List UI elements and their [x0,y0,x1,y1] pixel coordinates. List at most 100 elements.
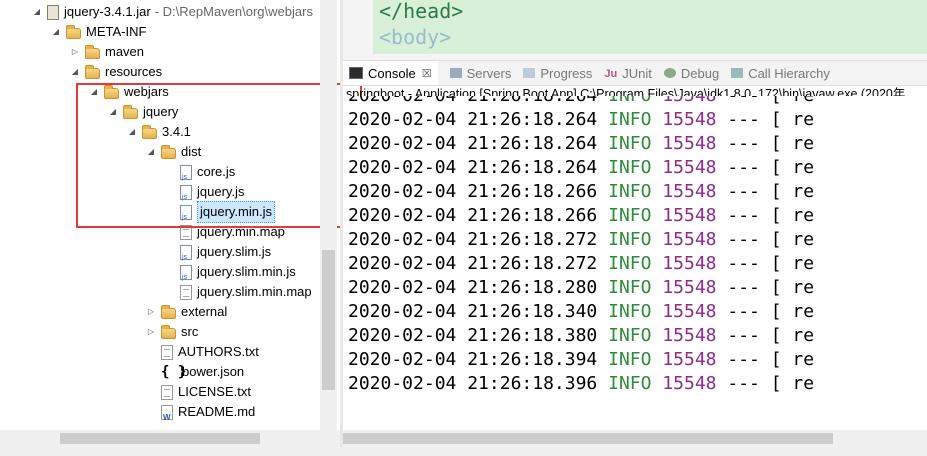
log-line: 2020-02-04 21:26:18.380 INFO 15548 --- [… [348,324,814,348]
log-date: 2020-02-04 [348,373,457,394]
log-pid: 15548 [662,349,717,370]
tree-item-path: - D:\RepMaven\org\webjars [154,4,313,19]
log-date: 2020-02-04 [348,253,457,274]
tree-item-label: jquery.slim.min.js [197,264,296,279]
log-level: INFO [608,181,652,202]
log-date: 2020-02-04 [348,325,457,346]
log-date: 2020-02-04 [348,157,457,178]
tab-progress[interactable]: Progress [523,66,592,81]
log-level: INFO [608,253,652,274]
log-thread: [ re [770,205,815,226]
log-separator: --- [727,157,760,178]
tab-call-hierarchy[interactable]: Call Hierarchy [731,66,830,81]
markdown-file-icon [161,404,173,428]
editor-area: </head> <body> [343,0,927,60]
tab-label: JUnit [622,65,652,81]
tab-console[interactable]: Console ☒ [343,61,438,85]
tab-junit[interactable]: Ju JUnit [604,66,651,81]
log-separator: --- [727,253,760,274]
bottom-strip [0,447,927,456]
log-pid: 15548 [662,301,717,322]
view-tabs: Console ☒ Servers Progress Ju JUnit Debug Call … [343,60,927,86]
tree-item-label: README.md [178,404,256,419]
log-level: INFO [608,373,652,394]
log-separator: --- [727,109,760,130]
log-line: 2020-02-04 21:26:18.272 INFO 15548 --- [… [348,252,814,276]
log-date: 2020-02-04 [348,181,457,202]
folder-icon [85,65,100,79]
log-line: 2020-02-04 21:26:18.264 INFO 15548 --- [… [348,156,814,180]
tree-item[interactable]: jquery.slim.min.map [163,282,312,302]
log-thread: [ re [770,157,815,178]
tree-item[interactable]: jquery.slim.min.js [163,262,296,288]
tree-hscrollbar-thumb[interactable] [60,433,260,444]
log-line: 2020-02-04 21:26:18.266 INFO 15548 --- [… [348,204,814,228]
tab-label: Console [368,65,416,81]
tree-item[interactable]: { } bower.json [144,362,244,382]
log-time: 21:26:18.380 [467,325,598,346]
json-file-icon: { } [161,364,187,380]
progress-icon [523,68,536,78]
tree-item[interactable]: ▷ src [144,322,198,342]
log-date: 2020-02-04 [348,96,456,106]
log-level: INFO [608,133,652,154]
log-line: 2020-02-04 21:26:18.280 INFO 15548 --- [… [348,276,814,300]
tree-item-label: LICENSE.txt [178,384,251,399]
expanded-arrow-icon[interactable]: ◢ [30,2,44,22]
servers-icon [449,68,462,78]
tab-servers[interactable]: Servers [449,65,512,81]
tab-label: Progress [540,65,593,81]
log-time: 21:26:18.396 [467,373,598,394]
collapsed-arrow-icon[interactable]: ▷ [144,322,158,342]
tree-item[interactable]: ▷ maven [68,42,144,62]
tree-item[interactable]: AUTHORS.txt [144,342,259,362]
log-level: INFO [608,349,652,370]
tab-debug[interactable]: Debug [663,66,719,81]
tree-item-label: META-INF [86,24,147,39]
console-scrollbar-thumb[interactable] [343,433,833,444]
text-file-icon [161,344,173,360]
tree-item[interactable]: ◢ META-INF [49,22,146,42]
tree-item[interactable]: ◢ jquery-3.4.1.jar - D:\RepMaven\org\webja… [30,2,313,22]
tab-label: Servers [466,65,512,81]
package-explorer: ◢ jquery-3.4.1.jar - D:\RepMaven\org\webja… [0,0,340,456]
tree-item-label: resources [105,64,163,79]
editor-text[interactable]: </head> <body> [373,0,927,54]
collapsed-arrow-icon[interactable]: ▷ [144,302,158,322]
log-pid: 15548 [662,229,717,250]
tree-scrollbar-thumb[interactable] [322,250,335,390]
log-level: INFO [608,109,652,130]
log-level: INFO [608,157,652,178]
tree-item[interactable]: README.md [144,402,256,428]
expanded-arrow-icon[interactable]: ◢ [49,22,63,42]
tree-item-label: maven [105,44,145,59]
log-thread: [ re [770,229,815,250]
expanded-arrow-icon[interactable]: ◢ [68,62,82,82]
console-output[interactable]: 2020-02-04 21:26:18.264 INFO 15548 --- [… [343,96,927,430]
log-line: 2020-02-04 21:26:18.266 INFO 15548 --- [… [348,180,814,204]
log-time: 21:26:18.264 [467,96,597,106]
log-date: 2020-02-04 [348,229,457,250]
log-thread: [ re [770,277,815,298]
tree-item-label: jquery.slim.js [197,244,272,259]
text-file-icon [161,384,173,400]
log-pid: 15548 [662,96,716,106]
console-icon [349,67,363,79]
editor-line-body: <body> [379,25,452,49]
close-icon[interactable]: ☒ [422,67,432,80]
log-thread: [ re [771,96,814,106]
log-line: 2020-02-04 21:26:18.264 INFO 15548 --- [… [348,108,814,132]
log-thread: [ re [770,109,815,130]
log-date: 2020-02-04 [348,109,457,130]
collapsed-arrow-icon[interactable]: ▷ [68,42,82,62]
log-time: 21:26:18.266 [467,181,598,202]
tab-label: Call Hierarchy [748,65,830,81]
tree-item[interactable]: jquery.slim.js [163,242,272,268]
tree-item[interactable]: ▷ external [144,302,227,322]
log-line: 2020-02-04 21:26:18.264 INFO 15548 --- [… [348,96,814,108]
js-file-icon [180,244,192,268]
tree-item[interactable]: LICENSE.txt [144,382,251,402]
junit-icon: Ju [604,68,618,80]
js-file-icon [180,264,192,288]
tree-item[interactable]: ◢ resources [68,62,162,82]
